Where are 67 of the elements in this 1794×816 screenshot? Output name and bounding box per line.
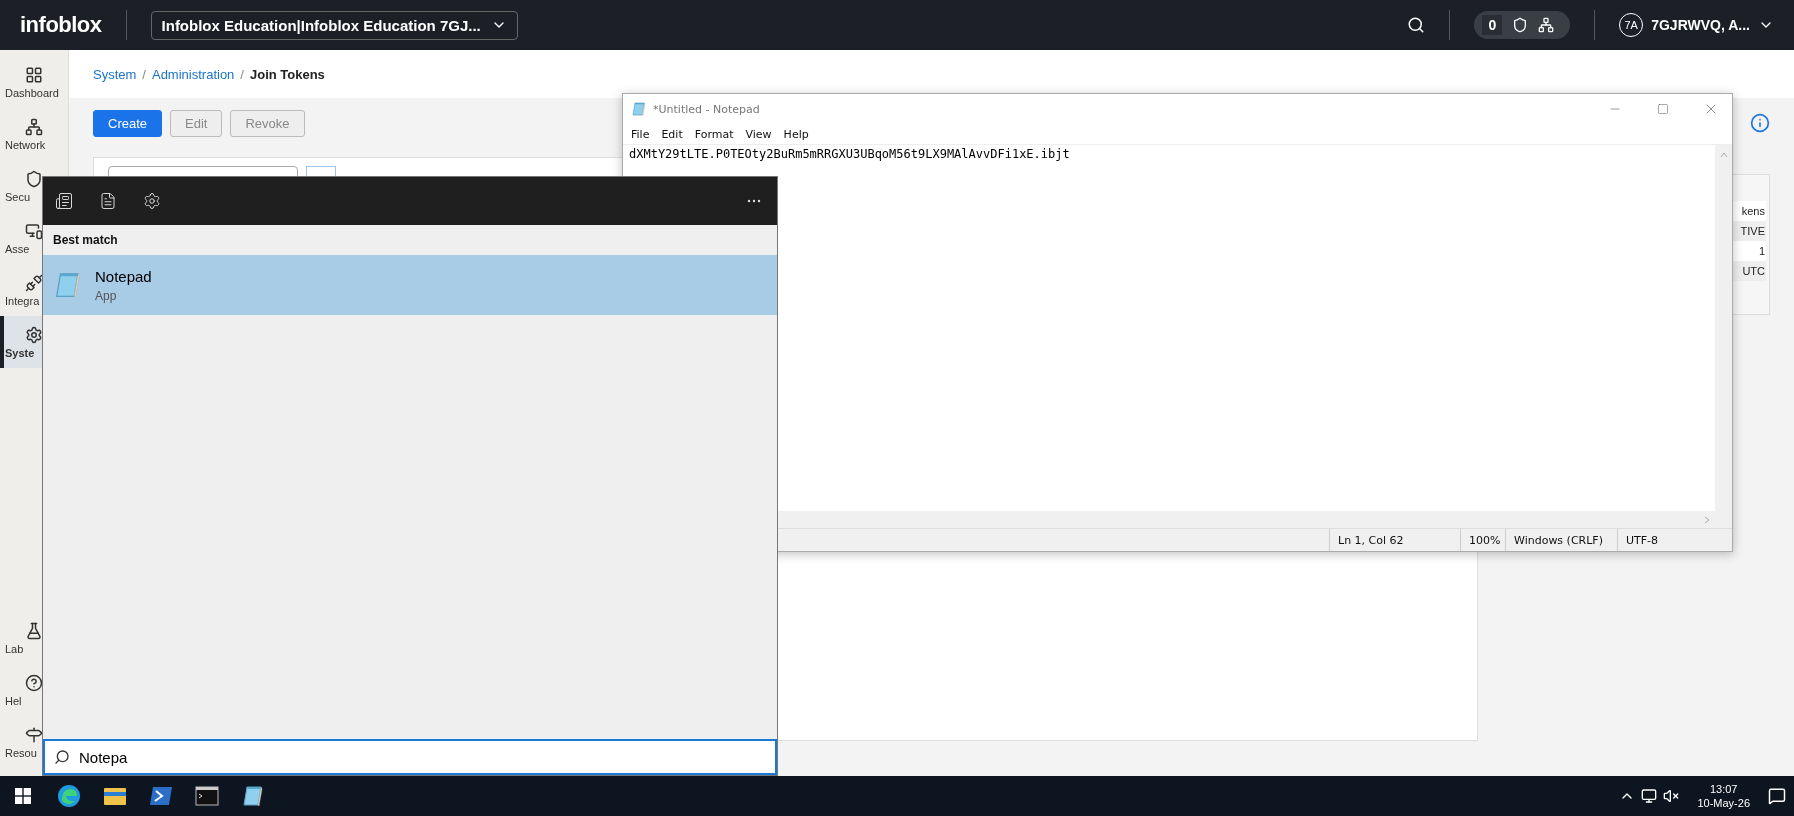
grid-icon xyxy=(25,65,43,84)
muted-speaker-icon[interactable] xyxy=(1663,788,1680,804)
folder-icon[interactable] xyxy=(103,785,127,807)
terminal-icon[interactable] xyxy=(195,786,219,806)
powershell-icon[interactable] xyxy=(149,785,173,807)
document-icon[interactable] xyxy=(99,192,117,210)
menu-item[interactable]: Help xyxy=(783,127,809,141)
menu-item[interactable]: Edit xyxy=(661,127,683,141)
notepad-icon xyxy=(53,270,83,300)
breadcrumb-current: Join Tokens xyxy=(249,66,325,82)
status-text: Ln 1, Col 62 xyxy=(1329,529,1460,551)
network-monitor-icon[interactable] xyxy=(1641,788,1658,804)
search-field[interactable]: Notepa xyxy=(43,739,777,775)
signpost-icon xyxy=(25,725,43,744)
more-icon[interactable] xyxy=(747,199,761,203)
card-value: kens xyxy=(1741,205,1765,217)
clock[interactable]: 13:07 10-May-26 xyxy=(1697,781,1750,811)
menu-item[interactable]: Format xyxy=(694,127,734,141)
edge-browser-icon[interactable] xyxy=(57,784,81,808)
alert-count: 0 xyxy=(1482,15,1503,35)
gear-icon xyxy=(25,325,43,344)
menu-item[interactable]: File xyxy=(631,127,650,141)
menu-item[interactable]: View xyxy=(745,127,772,141)
window-title: *Untitled - Notepad xyxy=(653,102,760,116)
devices-icon xyxy=(25,221,43,240)
status-text: 100% xyxy=(1460,529,1505,551)
user-name[interactable]: 7GJRWVQ, A... xyxy=(1651,17,1750,33)
sidebar-item[interactable]: Secu xyxy=(0,160,68,212)
status-text: UTF-8 xyxy=(1617,529,1732,551)
sidebar-item[interactable]: Lab xyxy=(0,612,68,664)
notepad-icon[interactable] xyxy=(241,784,265,808)
network-icon xyxy=(1538,17,1555,33)
notification-icon[interactable] xyxy=(1768,787,1786,805)
section-heading: Best match xyxy=(52,232,119,249)
shield-icon xyxy=(1512,17,1529,33)
plug-icon xyxy=(25,273,43,292)
primary-button[interactable]: Create xyxy=(93,109,163,137)
search-result[interactable]: Notepad App xyxy=(43,255,777,315)
result-name: Notepad xyxy=(95,267,152,285)
network-icon xyxy=(25,117,43,136)
maximize-icon xyxy=(1657,103,1669,115)
search-icon[interactable] xyxy=(1407,16,1426,34)
search-icon xyxy=(54,749,70,765)
settings-icon[interactable] xyxy=(143,192,161,210)
help-icon xyxy=(25,673,43,692)
breadcrumb-separator: / xyxy=(240,66,244,82)
vertical-scrollbar[interactable] xyxy=(1715,145,1732,528)
sidebar-item[interactable]: Dashboard xyxy=(0,56,68,108)
sidebar-item[interactable]: Network xyxy=(0,108,68,160)
info-icon[interactable] xyxy=(1750,113,1770,133)
breadcrumb-link[interactable]: System xyxy=(93,66,137,82)
logo[interactable]: infoblox xyxy=(20,12,102,38)
notepad-icon xyxy=(631,101,647,117)
status-pill[interactable]: 0 xyxy=(1474,11,1571,39)
breadcrumb-separator: / xyxy=(142,66,146,82)
card-value: TIVE xyxy=(1740,225,1765,237)
account-dropdown[interactable]: Infoblox Education|Infoblox Education 7GJ... xyxy=(150,10,518,40)
flask-icon xyxy=(25,621,43,640)
news-icon[interactable] xyxy=(55,192,73,210)
card-value: UTC xyxy=(1742,265,1765,277)
status-text: Windows (CRLF) xyxy=(1505,529,1617,551)
sidebar-item[interactable]: Hel xyxy=(0,664,68,716)
shield-icon xyxy=(25,169,43,188)
breadcrumb-link[interactable]: Administration xyxy=(151,66,235,82)
result-type: App xyxy=(95,288,118,303)
card-value: 1 xyxy=(1758,245,1765,257)
windows-start-icon[interactable] xyxy=(15,788,31,804)
